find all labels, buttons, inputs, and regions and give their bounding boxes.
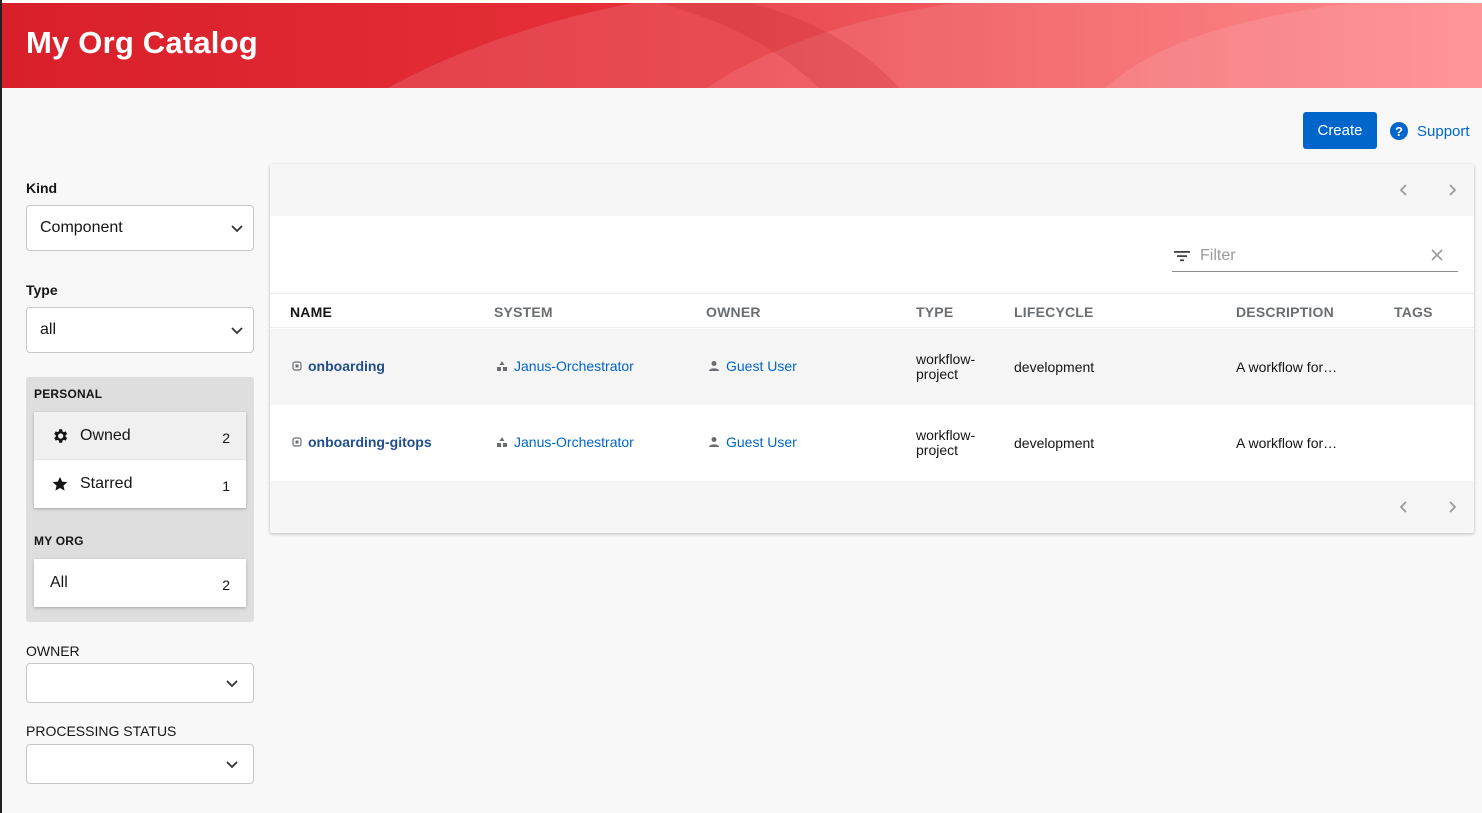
system-name: Janus-Orchestrator [514, 358, 634, 374]
owner-label: OWNER [26, 643, 80, 659]
filter-owned-count: 2 [222, 430, 230, 446]
table-bottom-pager [270, 481, 1474, 533]
entity-name-link[interactable]: onboarding [292, 358, 385, 374]
myorg-heading: MY ORG [34, 534, 84, 548]
chevron-down-icon [231, 327, 243, 335]
previous-page-button[interactable] [1392, 178, 1416, 202]
kind-select-value: Component [40, 219, 123, 236]
user-icon [708, 436, 720, 448]
catalog-table-card: Filter NAME SYSTEM OWNER TYPE LIFECYCLE … [270, 164, 1474, 533]
filter-starred-count: 1 [222, 478, 230, 494]
entity-name: onboarding [308, 358, 385, 374]
create-button[interactable]: Create [1303, 112, 1377, 149]
column-header-lifecycle[interactable]: LIFECYCLE [1014, 304, 1094, 320]
chevron-down-icon [226, 680, 238, 688]
question-circle-icon: ? [1390, 122, 1408, 140]
entity-type-line1: workflow- [916, 351, 976, 367]
kind-select[interactable]: Component [26, 205, 254, 251]
owner-select[interactable] [26, 663, 254, 703]
entity-type-line1: workflow- [916, 427, 976, 443]
system-link[interactable]: Janus-Orchestrator [496, 358, 634, 374]
type-select[interactable]: all [26, 307, 254, 353]
entity-type: workflow- project [916, 352, 986, 382]
component-icon [292, 361, 302, 371]
filter-starred[interactable]: Starred 1 [34, 460, 246, 508]
entity-description: A workflow for… [1236, 435, 1338, 451]
system-icon [496, 436, 508, 448]
filter-starred-label: Starred [80, 475, 133, 492]
system-link[interactable]: Janus-Orchestrator [496, 434, 634, 450]
entity-name: onboarding-gitops [308, 434, 432, 450]
entity-type-line2: project [916, 366, 959, 382]
system-name: Janus-Orchestrator [514, 434, 634, 450]
column-header-type[interactable]: TYPE [916, 304, 953, 320]
star-icon [50, 474, 70, 494]
chevron-left-icon [1399, 184, 1407, 196]
personal-heading: PERSONAL [34, 387, 103, 401]
table-top-pager [270, 164, 1474, 216]
filter-owned[interactable]: Owned 2 [34, 412, 246, 460]
chevron-down-icon [231, 225, 243, 233]
processing-status-label: PROCESSING STATUS [26, 723, 177, 739]
filter-icon [1174, 250, 1190, 261]
chevron-right-icon [1449, 501, 1457, 513]
gear-icon [50, 426, 70, 446]
column-header-name[interactable]: NAME [290, 304, 332, 320]
entity-type-line2: project [916, 442, 959, 458]
user-filter-panel: PERSONAL Owned 2 Starred 1 MY ORG All 2 [26, 377, 254, 622]
processing-status-select[interactable] [26, 744, 254, 784]
owner-name: Guest User [726, 358, 797, 374]
owner-link[interactable]: Guest User [708, 358, 797, 374]
previous-page-button[interactable] [1392, 495, 1416, 519]
user-icon [708, 360, 720, 372]
owner-link[interactable]: Guest User [708, 434, 797, 450]
system-icon [496, 360, 508, 372]
filter-placeholder: Filter [1200, 246, 1236, 264]
page-title: My Org Catalog [26, 25, 258, 60]
entity-lifecycle: development [1014, 435, 1095, 451]
type-select-value: all [40, 321, 57, 338]
kind-label: Kind [26, 180, 58, 196]
next-page-button[interactable] [1440, 495, 1464, 519]
entity-description: A workflow for… [1236, 359, 1338, 375]
entity-type: workflow- project [916, 428, 986, 458]
table-row: onboarding Janus-Orchestrator Guest User… [270, 329, 1474, 405]
column-header-owner[interactable]: OWNER [706, 304, 761, 320]
chevron-down-icon [226, 761, 238, 769]
filter-all-count: 2 [222, 577, 230, 593]
filter-owned-label: Owned [80, 427, 131, 444]
filter-input[interactable]: Filter [1172, 240, 1458, 272]
component-icon [292, 437, 302, 447]
filter-all[interactable]: All 2 [34, 559, 246, 607]
entity-lifecycle: development [1014, 359, 1095, 375]
column-header-description[interactable]: DESCRIPTION [1236, 304, 1334, 320]
next-page-button[interactable] [1440, 178, 1464, 202]
entity-name-link[interactable]: onboarding-gitops [292, 434, 432, 450]
table-header: NAME SYSTEM OWNER TYPE LIFECYCLE DESCRIP… [270, 293, 1474, 328]
chevron-right-icon [1449, 184, 1457, 196]
column-header-tags[interactable]: TAGS [1394, 304, 1433, 320]
column-header-system[interactable]: SYSTEM [494, 304, 553, 320]
support-link[interactable]: ? Support [1390, 120, 1470, 142]
support-label: Support [1417, 122, 1470, 140]
table-row: onboarding-gitops Janus-Orchestrator Gue… [270, 405, 1474, 481]
close-icon[interactable] [1430, 248, 1444, 262]
filter-all-label: All [50, 574, 68, 591]
type-label: Type [26, 282, 58, 298]
page-header: My Org Catalog [2, 0, 1482, 88]
chevron-left-icon [1399, 501, 1407, 513]
owner-name: Guest User [726, 434, 797, 450]
